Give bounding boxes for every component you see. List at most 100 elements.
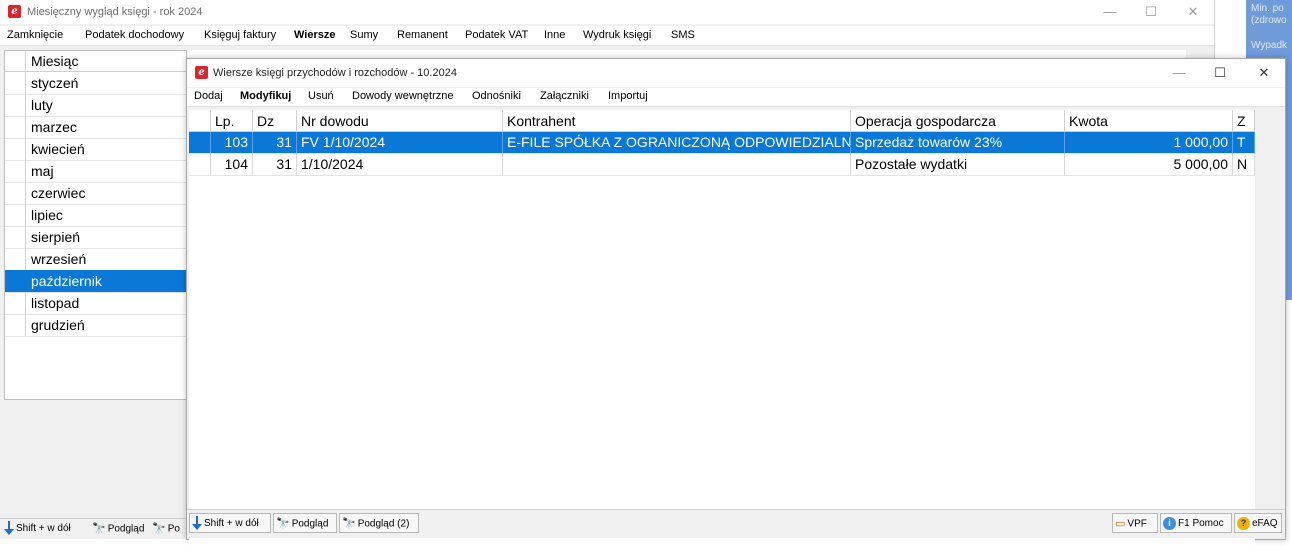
ledger-rows-table[interactable]: Lp. Dz Nr dowodu Kontrahent Operacja gos…	[189, 110, 1255, 558]
cell-kontrahent[interactable]: E-FILE SPÓŁKA Z OGRANICZONĄ ODPOWIEDZIAL…	[503, 132, 851, 154]
ledger-rows-titlebar[interactable]: e Wiersze księgi przychodów i rozchodów …	[187, 59, 1285, 87]
column-header-kontrahent[interactable]: Kontrahent	[503, 110, 851, 132]
month-row[interactable]: kwiecień	[5, 138, 186, 161]
row-gutter-header	[189, 110, 211, 132]
menu-wiersze[interactable]: Wiersze	[294, 29, 335, 41]
preview-button[interactable]: 🔭 Podgląd	[273, 513, 337, 533]
back-preview-partial-button[interactable]: 🔭 Po	[152, 520, 180, 538]
cell-dz[interactable]: 31	[253, 132, 297, 154]
cell-nr-dowodu[interactable]: FV 1/10/2024	[297, 132, 503, 154]
back-preview-button[interactable]: 🔭 Podgląd	[90, 520, 148, 538]
side-accident-label[interactable]: Wypadk	[1251, 40, 1287, 51]
row-gutter	[5, 94, 26, 116]
menu-podatek-dochodowy[interactable]: Podatek dochodowy	[85, 29, 184, 41]
month-name: październik	[31, 273, 102, 289]
month-list-header: Miesiąc	[5, 51, 186, 72]
binoculars-icon: 🔭	[92, 523, 106, 535]
row-gutter	[5, 248, 26, 270]
month-row[interactable]: czerwiec	[5, 182, 186, 205]
month-row[interactable]: listopad	[5, 292, 186, 315]
cell-operacja[interactable]: Pozostałe wydatki	[851, 154, 1065, 176]
maximize-icon[interactable]: ☐	[1205, 65, 1235, 81]
monthly-ledger-titlebar[interactable]: e Miesięczny wygląd księgi - rok 2024 — …	[0, 0, 1214, 24]
month-name: lipiec	[31, 207, 63, 223]
month-row[interactable]: grudzień	[5, 314, 186, 337]
month-row[interactable]: sierpień	[5, 226, 186, 249]
cell-kwota[interactable]: 1 000,00	[1065, 132, 1233, 154]
column-header-nr-dowodu[interactable]: Nr dowodu	[297, 110, 503, 132]
help-label: F1 Pomoc	[1178, 518, 1224, 529]
month-name: listopad	[31, 295, 80, 311]
arrow-down-icon	[192, 516, 202, 531]
minimize-icon[interactable]: —	[1095, 4, 1125, 19]
month-row[interactable]: marzec	[5, 116, 186, 139]
month-name: marzec	[31, 119, 77, 135]
question-icon: ?	[1237, 516, 1250, 530]
row-gutter	[5, 226, 26, 248]
column-header-dz[interactable]: Dz	[253, 110, 297, 132]
menu-importuj[interactable]: Importuj	[608, 90, 648, 102]
column-header-lp[interactable]: Lp.	[211, 110, 253, 132]
monthly-ledger-title: Miesięczny wygląd księgi - rok 2024	[27, 6, 203, 18]
app-logo-icon: e	[195, 66, 208, 79]
maximize-icon[interactable]: ☐	[1136, 4, 1166, 20]
shift-down-button[interactable]: Shift + w dół	[189, 513, 271, 533]
month-column-header: Miesiąc	[31, 53, 79, 69]
cell-lp[interactable]: 104	[211, 154, 253, 176]
close-icon[interactable]: ✕	[1249, 65, 1279, 81]
cell-z[interactable]: N	[1233, 154, 1255, 176]
row-gutter[interactable]	[189, 154, 211, 176]
efaq-button[interactable]: ? eFAQ	[1234, 513, 1282, 533]
column-header-kwota[interactable]: Kwota	[1065, 110, 1233, 132]
menu-dowody-wewnetrzne[interactable]: Dowody wewnętrzne	[352, 90, 454, 102]
menu-usun[interactable]: Usuń	[308, 90, 334, 102]
menu-sumy[interactable]: Sumy	[350, 29, 378, 41]
menu-zalaczniki[interactable]: Załączniki	[540, 90, 589, 102]
row-gutter[interactable]	[189, 132, 211, 154]
menu-remanent[interactable]: Remanent	[397, 29, 448, 41]
cell-dz[interactable]: 31	[253, 154, 297, 176]
menu-modyfikuj[interactable]: Modyfikuj	[240, 90, 291, 102]
menu-ksieguj-faktury[interactable]: Księguj faktury	[204, 29, 276, 41]
month-row[interactable]: październik	[5, 270, 186, 293]
cell-lp[interactable]: 103	[211, 132, 253, 154]
cell-z[interactable]: T	[1233, 132, 1255, 154]
menu-inne[interactable]: Inne	[544, 29, 565, 41]
month-row[interactable]: wrzesień	[5, 248, 186, 271]
app-logo-icon: e	[8, 5, 21, 18]
cell-kontrahent[interactable]	[503, 154, 851, 176]
column-header-z[interactable]: Z	[1233, 110, 1255, 132]
preview-2-label: Podgląd (2)	[357, 518, 410, 530]
cell-nr-dowodu[interactable]: 1/10/2024	[297, 154, 503, 176]
row-gutter	[5, 270, 26, 292]
row-gutter	[5, 116, 26, 138]
month-name: wrzesień	[31, 251, 87, 267]
close-icon[interactable]: ✕	[1178, 4, 1208, 20]
menu-podatek-vat[interactable]: Podatek VAT	[465, 29, 528, 41]
menu-dodaj[interactable]: Dodaj	[194, 90, 223, 102]
month-row[interactable]: styczeń	[5, 72, 186, 95]
preview-2-button[interactable]: 🔭 Podgląd (2)	[339, 513, 419, 533]
minimize-icon[interactable]: —	[1164, 65, 1194, 80]
side-min-label: Min. po	[1251, 3, 1284, 14]
help-button[interactable]: i F1 Pomoc	[1160, 513, 1232, 533]
vpf-button[interactable]: ▭ VPF	[1112, 513, 1158, 533]
menu-odnosniki[interactable]: Odnośniki	[472, 90, 521, 102]
cell-kwota[interactable]: 5 000,00	[1065, 154, 1233, 176]
menu-sms[interactable]: SMS	[671, 29, 695, 41]
menu-zamkniecie[interactable]: Zamknięcie	[7, 29, 63, 41]
month-name: czerwiec	[31, 185, 86, 201]
back-shift-down-label: Shift + w dół	[16, 523, 71, 534]
month-row[interactable]: lipiec	[5, 204, 186, 227]
back-shift-down-button[interactable]: Shift + w dół	[2, 520, 75, 538]
month-row[interactable]: luty	[5, 94, 186, 117]
binoculars-icon: 🔭	[342, 518, 356, 530]
menu-wydruk-ksiegi[interactable]: Wydruk księgi	[583, 29, 651, 41]
back-preview-partial-label: Po	[167, 523, 180, 535]
row-gutter	[5, 160, 26, 182]
month-row[interactable]: maj	[5, 160, 186, 183]
cell-operacja[interactable]: Sprzedaż towarów 23%	[851, 132, 1065, 154]
month-list[interactable]: Miesiąc styczeń luty marzec kwiecień maj czer…	[4, 50, 187, 400]
column-header-operacja[interactable]: Operacja gospodarcza	[851, 110, 1065, 132]
ledger-rows-window: e Wiersze księgi przychodów i rozchodów …	[186, 58, 1286, 558]
